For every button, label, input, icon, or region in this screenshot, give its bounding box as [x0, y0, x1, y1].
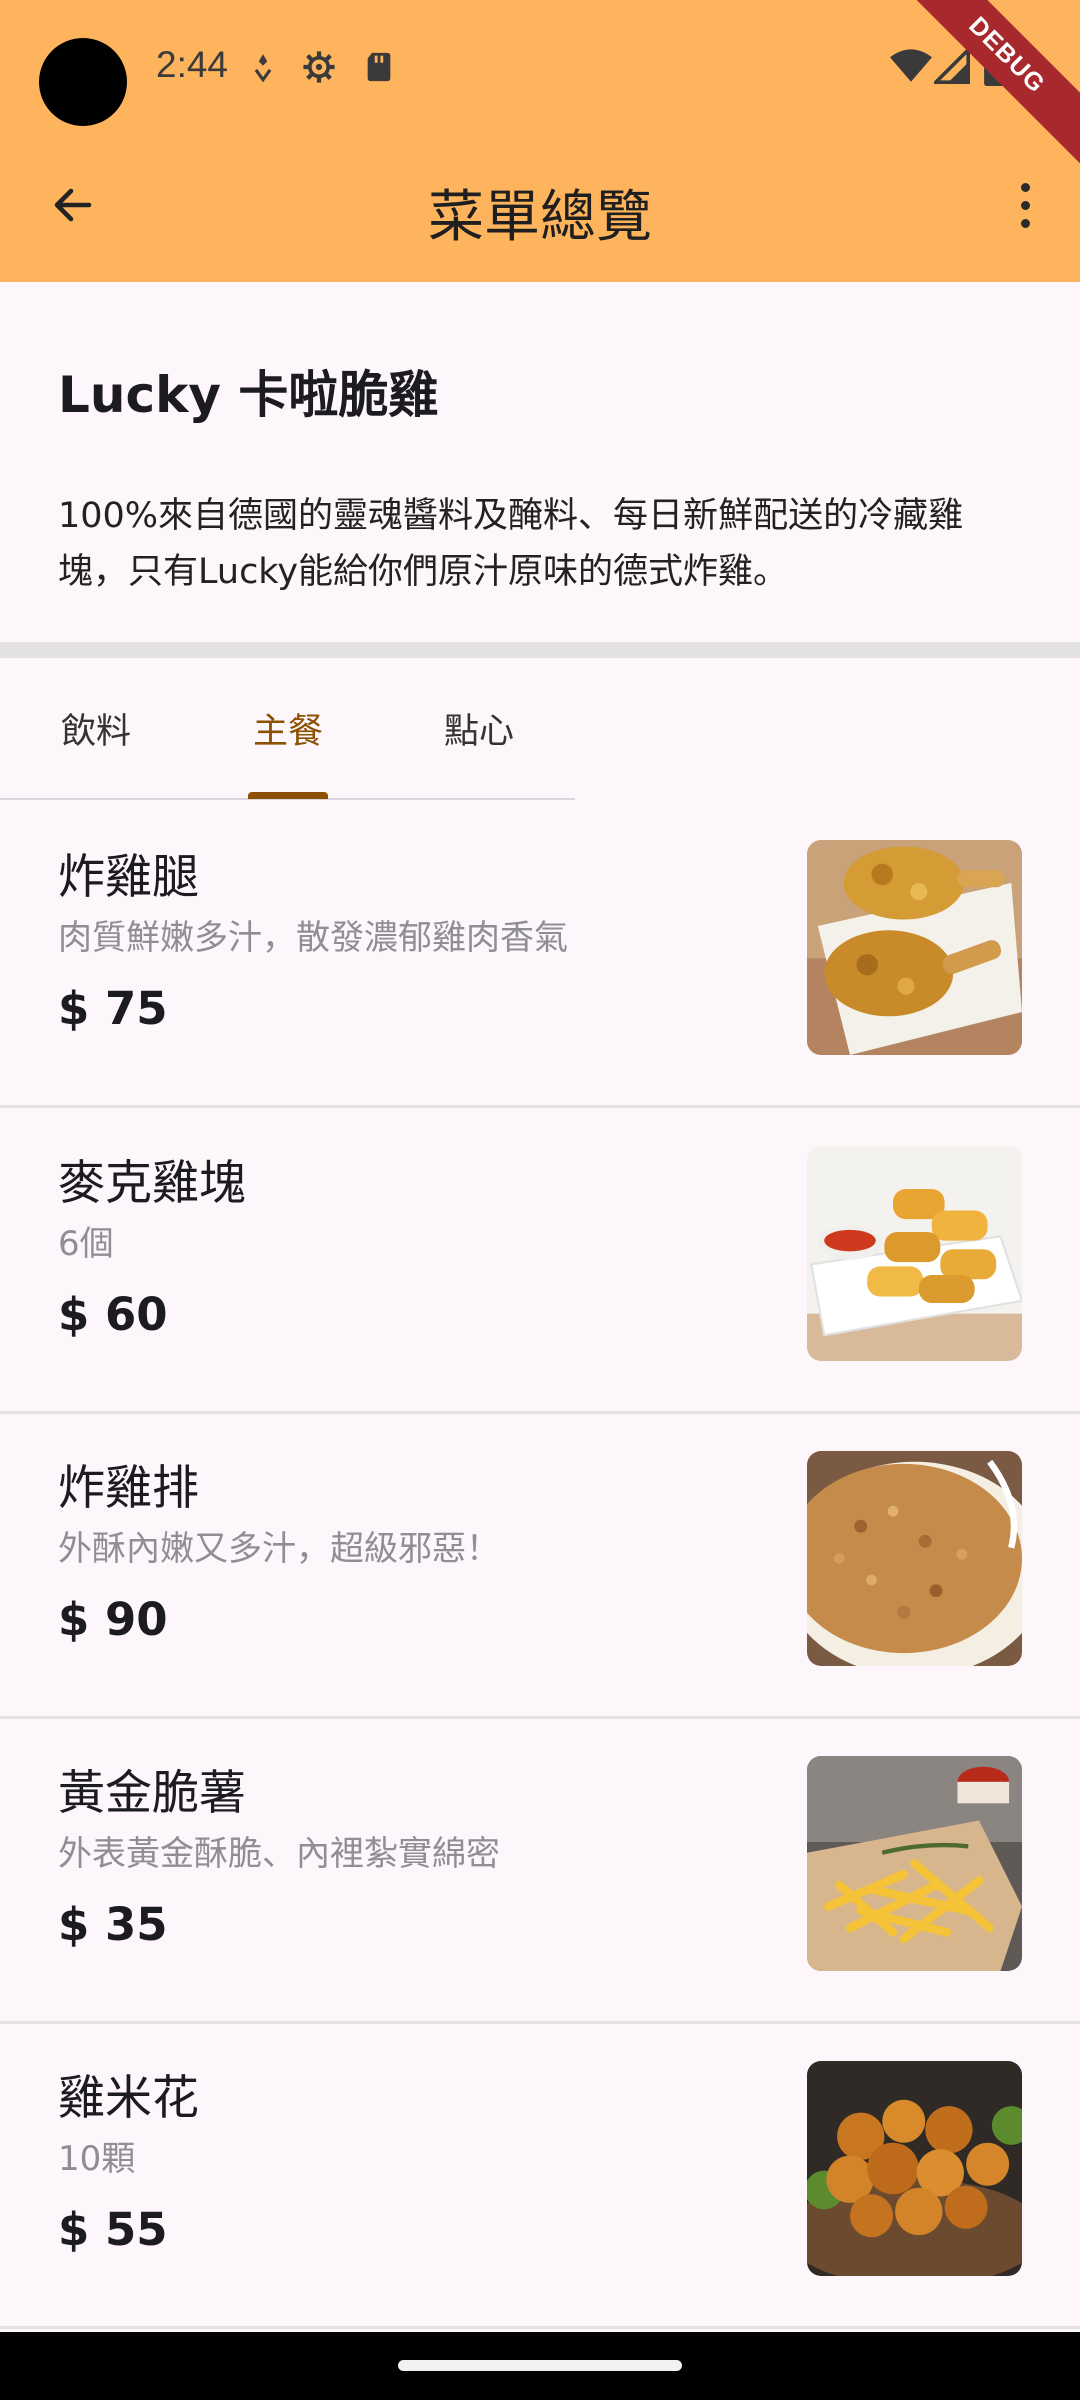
list-item[interactable]: 黃金脆薯 外表黃金酥脆、內裡紮實綿密 $ 35: [0, 1716, 1080, 2024]
list-item[interactable]: 雞米花 10顆 $ 55: [0, 2021, 1080, 2329]
category-tabs: 飲料 主餐 點心: [0, 658, 575, 800]
item-price: $ 90: [58, 1593, 168, 1646]
item-price: $ 35: [58, 1898, 168, 1951]
item-price: $ 60: [58, 1288, 168, 1341]
list-item[interactable]: 炸雞排 外酥內嫩又多汁，超級邪惡！ $ 90: [0, 1411, 1080, 1719]
item-description: 10顆: [58, 2139, 136, 2179]
section-divider: [0, 642, 1080, 658]
page-title: 菜單總覽: [428, 185, 652, 250]
settings-status-icon: [303, 51, 335, 83]
chicken-nuggets-image: [807, 1146, 1022, 1361]
sd-card-status-icon: [367, 52, 391, 82]
item-description: 6個: [58, 1224, 114, 1264]
more-options-button[interactable]: [990, 170, 1060, 240]
item-description: 肉質鮮嫩多汁，散發濃郁雞肉香氣: [58, 918, 568, 958]
item-price: $ 55: [58, 2203, 168, 2256]
wifi-icon: [890, 49, 932, 82]
item-name: 雞米花: [58, 2071, 199, 2126]
restaurant-name: Lucky 卡啦脆雞: [58, 366, 439, 424]
more-vert-icon: [1020, 182, 1030, 192]
tab-main-course[interactable]: 主餐: [220, 658, 356, 798]
tab-indicator: [248, 792, 328, 799]
location-status-icon: [254, 54, 272, 83]
list-item[interactable]: 麥克雞塊 6個 $ 60: [0, 1106, 1080, 1414]
status-time: 2:44: [156, 44, 229, 85]
cellular-signal-icon: [934, 46, 970, 84]
item-name: 黃金脆薯: [58, 1766, 246, 1821]
popcorn-chicken-image: [807, 2061, 1022, 2276]
item-description: 外酥內嫩又多汁，超級邪惡！: [58, 1529, 500, 1569]
french-fries-image: [807, 1756, 1022, 1971]
list-item[interactable]: 炸雞腿 肉質鮮嫩多汁，散發濃郁雞肉香氣 $ 75: [0, 800, 1080, 1108]
camera-cutout: [39, 38, 127, 126]
item-name: 炸雞排: [58, 1461, 199, 1516]
item-name: 炸雞腿: [58, 850, 199, 905]
tab-drinks[interactable]: 飲料: [28, 658, 164, 798]
tab-snacks[interactable]: 點心: [411, 658, 547, 798]
restaurant-description: 100%來自德國的靈魂醬料及醃料、每日新鮮配送的冷藏雞塊，只有Lucky能給你們…: [58, 496, 964, 592]
item-description: 外表黃金酥脆、內裡紮實綿密: [58, 1834, 500, 1874]
item-name: 麥克雞塊: [58, 1156, 246, 1211]
home-gesture-handle[interactable]: [398, 2360, 682, 2371]
item-price: $ 75: [58, 982, 168, 1035]
app-bar: 2:44 DEBUG 菜單總覽: [0, 0, 1080, 282]
fried-drumsticks-image: [807, 840, 1022, 1055]
fried-chicken-cutlet-image: [807, 1451, 1022, 1666]
